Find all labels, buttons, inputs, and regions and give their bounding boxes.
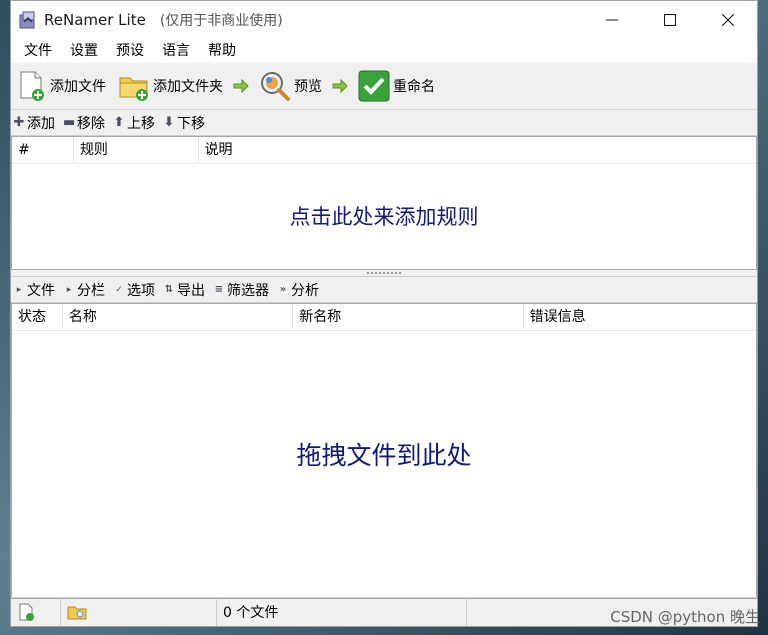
add-file-icon xyxy=(20,71,44,101)
arrow-up-icon: ⬆ xyxy=(113,115,125,130)
filter-menu-button[interactable]: ≡ 筛选器 xyxy=(213,280,269,300)
add-rule-label: 添加 xyxy=(27,115,55,132)
remove-rule-label: 移除 xyxy=(77,115,105,132)
add-files-button[interactable]: 添加文件 xyxy=(15,67,108,105)
add-folders-button[interactable]: 添加文件夹 xyxy=(116,67,225,105)
plus-icon: ✚ xyxy=(13,115,25,130)
analyze-menu-button[interactable]: » 分析 xyxy=(277,280,319,300)
options-menu-label: 选项 xyxy=(127,282,155,299)
export-menu-label: 导出 xyxy=(177,282,205,299)
maximize-icon xyxy=(664,14,676,26)
columns-menu-button[interactable]: ▸ 分栏 xyxy=(63,280,105,300)
menu-help[interactable]: 帮助 xyxy=(199,39,245,63)
folder-search-icon xyxy=(67,606,87,620)
filter-icon: ≡ xyxy=(214,284,224,295)
main-toolbar: 添加文件 添加文件夹 预览 重命名 xyxy=(11,63,757,110)
filter-menu-label: 筛选器 xyxy=(227,282,269,299)
rename-button[interactable]: 重命名 xyxy=(356,67,437,105)
rules-col-number[interactable]: # xyxy=(12,137,74,163)
close-icon xyxy=(722,14,734,26)
move-up-button[interactable]: ⬆ 上移 xyxy=(113,113,155,133)
files-col-new-name[interactable]: 新名称 xyxy=(293,304,524,330)
minimize-icon xyxy=(606,19,618,21)
csdn-watermark: CSDN @python 晚生 xyxy=(610,608,760,626)
flow-arrow-icon xyxy=(330,79,350,93)
options-menu-button[interactable]: ✓ 选项 xyxy=(113,280,155,300)
remove-rule-button[interactable]: ▬ 移除 xyxy=(63,113,105,133)
rules-placeholder[interactable]: 点击此处来添加规则 xyxy=(12,201,756,231)
files-toolbar: ▸ 文件 ▸ 分栏 ✓ 选项 ⇅ 导出 ≡ 筛选器 » 分析 xyxy=(11,276,757,303)
minus-icon: ▬ xyxy=(63,115,76,130)
menu-bar: 文件 设置 预设 语言 帮助 xyxy=(11,39,757,63)
export-icon: ⇅ xyxy=(164,284,174,295)
window-subtitle: (仅用于非商业使用) xyxy=(159,13,283,29)
move-up-label: 上移 xyxy=(127,115,155,132)
analyze-menu-label: 分析 xyxy=(291,282,319,299)
file-count: 0 个文件 xyxy=(217,598,467,626)
rules-toolbar: ✚ 添加 ▬ 移除 ⬆ 上移 ⬇ 下移 xyxy=(11,110,757,136)
add-folder-icon xyxy=(119,77,148,101)
menu-file[interactable]: 文件 xyxy=(15,39,61,63)
options-icon: ✓ xyxy=(115,284,123,295)
menu-settings[interactable]: 设置 xyxy=(61,39,107,63)
files-col-status[interactable]: 状态 xyxy=(12,304,63,330)
close-button[interactable] xyxy=(699,1,757,39)
checkmark-rename-icon xyxy=(358,70,390,102)
add-files-label: 添加文件 xyxy=(50,79,106,95)
files-col-name[interactable]: 名称 xyxy=(63,304,294,330)
move-down-button[interactable]: ⬇ 下移 xyxy=(163,113,205,133)
add-file-small-icon xyxy=(19,603,34,621)
columns-icon: ▸ xyxy=(66,284,72,295)
window-title: ReNamer Lite xyxy=(44,11,146,29)
files-placeholder[interactable]: 拖拽文件到此处 xyxy=(12,436,756,472)
files-header: 状态 名称 新名称 错误信息 xyxy=(12,304,756,331)
rules-panel[interactable]: # 规则 说明 点击此处来添加规则 xyxy=(11,136,757,270)
add-folders-label: 添加文件夹 xyxy=(153,79,223,95)
minimize-button[interactable] xyxy=(583,1,641,39)
status-folder-cell[interactable] xyxy=(61,598,217,626)
export-menu-button[interactable]: ⇅ 导出 xyxy=(163,280,205,300)
renamer-logo-icon xyxy=(18,10,38,30)
rules-col-rule[interactable]: 规则 xyxy=(74,137,199,163)
files-panel[interactable]: 状态 名称 新名称 错误信息 拖拽文件到此处 xyxy=(11,303,757,599)
dropdown-arrow-icon: ▸ xyxy=(16,284,22,295)
rename-label: 重命名 xyxy=(393,79,435,95)
add-rule-button[interactable]: ✚ 添加 xyxy=(13,113,55,133)
preview-button[interactable]: 预览 xyxy=(257,67,324,105)
analyze-icon: » xyxy=(279,284,287,295)
status-add-file-cell[interactable] xyxy=(11,598,61,626)
files-menu-label: 文件 xyxy=(27,282,55,299)
maximize-button[interactable] xyxy=(641,1,699,39)
menu-language[interactable]: 语言 xyxy=(153,39,199,63)
app-window: ReNamer Lite (仅用于非商业使用) 文件 设置 预设 语言 帮助 添… xyxy=(10,0,758,627)
files-menu-button[interactable]: ▸ 文件 xyxy=(13,280,55,300)
rules-header: # 规则 说明 xyxy=(12,137,756,164)
menu-presets[interactable]: 预设 xyxy=(107,39,153,63)
preview-label: 预览 xyxy=(294,79,322,95)
arrow-down-icon: ⬇ xyxy=(163,115,175,130)
move-down-label: 下移 xyxy=(177,115,205,132)
rules-col-description[interactable]: 说明 xyxy=(199,137,756,163)
magnifier-preview-icon xyxy=(261,72,290,101)
files-col-error[interactable]: 错误信息 xyxy=(524,304,756,330)
columns-menu-label: 分栏 xyxy=(77,282,105,299)
flow-arrow-icon xyxy=(231,79,251,93)
panel-splitter[interactable] xyxy=(11,270,757,276)
title-bar: ReNamer Lite (仅用于非商业使用) xyxy=(11,1,757,39)
